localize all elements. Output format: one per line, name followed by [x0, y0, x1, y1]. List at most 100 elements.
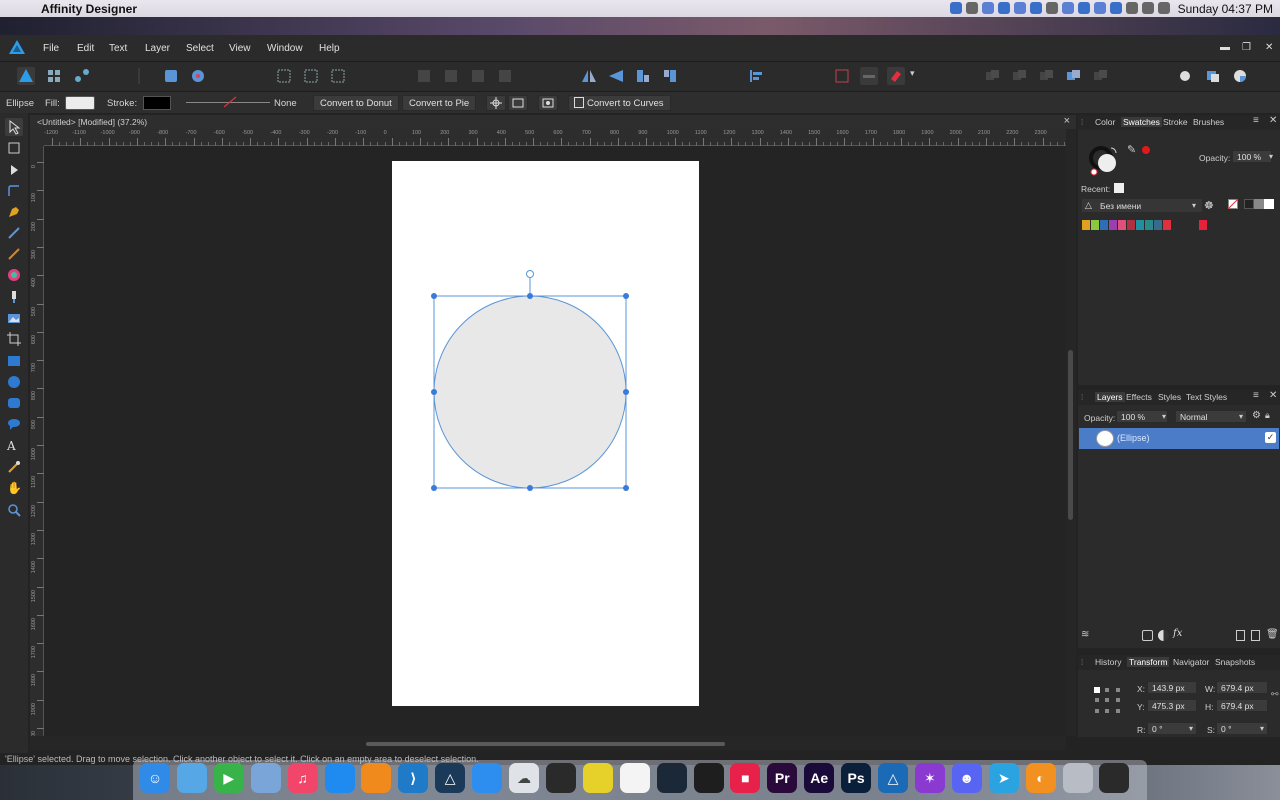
tray-icon[interactable]: [1110, 2, 1122, 14]
h-field[interactable]: 679.4 px: [1216, 699, 1268, 712]
x-field[interactable]: 143.9 px: [1147, 681, 1197, 694]
selection-box-icon[interactable]: [538, 95, 558, 111]
text-tool-icon[interactable]: A: [7, 439, 21, 453]
tray-icon[interactable]: [1078, 2, 1090, 14]
tab-navigator[interactable]: Navigator: [1173, 657, 1209, 667]
tab-history[interactable]: History: [1095, 657, 1121, 667]
panel-close-icon[interactable]: ✕: [1269, 115, 1277, 126]
black-swatch[interactable]: [1244, 199, 1254, 209]
tray-icon[interactable]: [950, 2, 962, 14]
arrange-icon[interactable]: [1064, 67, 1082, 85]
dock-app-icon[interactable]: ■: [730, 763, 761, 793]
panel-close-icon[interactable]: ✕: [1269, 390, 1277, 401]
pixel-persona-icon[interactable]: [45, 67, 63, 85]
insert-behind-icon[interactable]: [1177, 67, 1195, 85]
app-name[interactable]: Affinity Designer: [41, 2, 137, 16]
resize-handle[interactable]: [527, 293, 533, 299]
menu-view[interactable]: View: [229, 43, 251, 54]
rotate-left-icon[interactable]: [634, 67, 652, 85]
arrange-icon[interactable]: [1037, 67, 1055, 85]
transform-origin-icon[interactable]: [486, 95, 506, 111]
hand-tool-icon[interactable]: ✋: [7, 481, 22, 495]
artboard-tool-icon[interactable]: [7, 141, 21, 155]
menu-select[interactable]: Select: [186, 43, 214, 54]
tab-brushes[interactable]: Brushes: [1193, 117, 1224, 127]
dock-app-icon[interactable]: ▶: [213, 763, 244, 793]
none-swatch[interactable]: [1228, 199, 1238, 209]
dock-app-icon[interactable]: Ae: [804, 763, 835, 793]
resize-handle[interactable]: [431, 293, 437, 299]
vector-brush-tool-icon[interactable]: [7, 247, 21, 261]
move-tool-icon[interactable]: [5, 118, 23, 136]
bluetooth-icon[interactable]: [1126, 2, 1138, 14]
tray-icon[interactable]: [1062, 2, 1074, 14]
color-dot[interactable]: [1142, 146, 1150, 154]
tab-transform[interactable]: Transform: [1127, 657, 1170, 667]
flip-horizontal-icon[interactable]: [580, 67, 598, 85]
layer-name[interactable]: (Ellipse): [1117, 433, 1150, 443]
minimize-window-icon[interactable]: ▬: [1220, 42, 1230, 53]
transparency-tool-icon[interactable]: [7, 290, 21, 304]
boolean-op-icon[interactable]: [442, 67, 460, 85]
boolean-op-icon[interactable]: [415, 67, 433, 85]
dock-app-icon[interactable]: ☻: [951, 763, 982, 793]
vertical-scroll-thumb[interactable]: [1068, 350, 1073, 520]
dock-app-icon[interactable]: ◐: [1025, 763, 1056, 793]
w-field[interactable]: 679.4 px: [1216, 681, 1268, 694]
arrange-icon[interactable]: [1091, 67, 1109, 85]
crop-tool-icon[interactable]: [7, 332, 21, 346]
shear-dropdown-icon[interactable]: ▾: [1260, 724, 1264, 733]
menu-help[interactable]: Help: [319, 43, 340, 54]
dock-app-icon[interactable]: Ps: [841, 763, 872, 793]
convert-to-pie-button[interactable]: Convert to Pie: [402, 95, 477, 111]
place-image-tool-icon[interactable]: [7, 311, 21, 325]
anchor-point-selector[interactable]: [1093, 686, 1123, 716]
dock-app-icon[interactable]: [1062, 763, 1093, 793]
layer-row[interactable]: (Ellipse) ✓: [1079, 428, 1279, 449]
tray-icon[interactable]: [1014, 2, 1026, 14]
mask-icon[interactable]: [1142, 630, 1153, 641]
blend-mode-select[interactable]: Normal: [1175, 410, 1247, 423]
color-swatch[interactable]: [1190, 220, 1198, 230]
tray-icon[interactable]: [1094, 2, 1106, 14]
menu-window[interactable]: Window: [267, 43, 303, 54]
color-swatch[interactable]: [1199, 220, 1207, 230]
color-swatch[interactable]: [1145, 220, 1153, 230]
fill-stroke-selector[interactable]: [1088, 143, 1124, 177]
tab-snapshots[interactable]: Snapshots: [1215, 657, 1255, 667]
panel-grip-icon[interactable]: ⁞: [1081, 118, 1083, 127]
opacity-field[interactable]: 100 %: [1232, 150, 1272, 163]
palette-dropdown-icon[interactable]: ▾: [1192, 201, 1196, 210]
link-proportions-icon[interactable]: ⚯: [1271, 689, 1279, 700]
color-swatch[interactable]: [1181, 220, 1189, 230]
select-all-icon[interactable]: [275, 67, 293, 85]
delete-layer-icon[interactable]: 🗑︎: [1266, 629, 1279, 640]
layer-settings-icon[interactable]: ⚙: [1252, 410, 1261, 421]
select-none-icon[interactable]: [302, 67, 320, 85]
tab-text-styles[interactable]: Text Styles: [1186, 392, 1227, 402]
color-swatch[interactable]: [1127, 220, 1135, 230]
pencil-tool-icon[interactable]: [7, 226, 21, 240]
white-swatch[interactable]: [1264, 199, 1274, 209]
snapping-magnet-icon[interactable]: [887, 67, 905, 85]
dock-app-icon[interactable]: [693, 763, 724, 793]
export-persona-icon[interactable]: [73, 67, 91, 85]
snap-toggle-icon[interactable]: [860, 67, 878, 85]
panel-grip-icon[interactable]: ⁞: [1081, 393, 1083, 402]
menu-edit[interactable]: Edit: [77, 43, 94, 54]
color-swatch[interactable]: [1172, 220, 1180, 230]
dock-app-icon[interactable]: ✶: [914, 763, 945, 793]
panel-menu-icon[interactable]: ≡: [1253, 390, 1259, 401]
resize-handle[interactable]: [431, 389, 437, 395]
menu-file[interactable]: File: [43, 43, 59, 54]
stroke-width-value[interactable]: None: [274, 98, 297, 109]
tray-icon[interactable]: [998, 2, 1010, 14]
settings-icon[interactable]: [189, 67, 207, 85]
close-document-icon[interactable]: ×: [1064, 115, 1070, 127]
fill-swatch[interactable]: [65, 96, 95, 110]
pen-tool-icon[interactable]: [7, 205, 21, 219]
telegram-tray-icon[interactable]: [1030, 2, 1042, 14]
boolean-op-icon[interactable]: [469, 67, 487, 85]
stroke-swatch[interactable]: [143, 96, 171, 110]
tab-styles[interactable]: Styles: [1158, 392, 1181, 402]
